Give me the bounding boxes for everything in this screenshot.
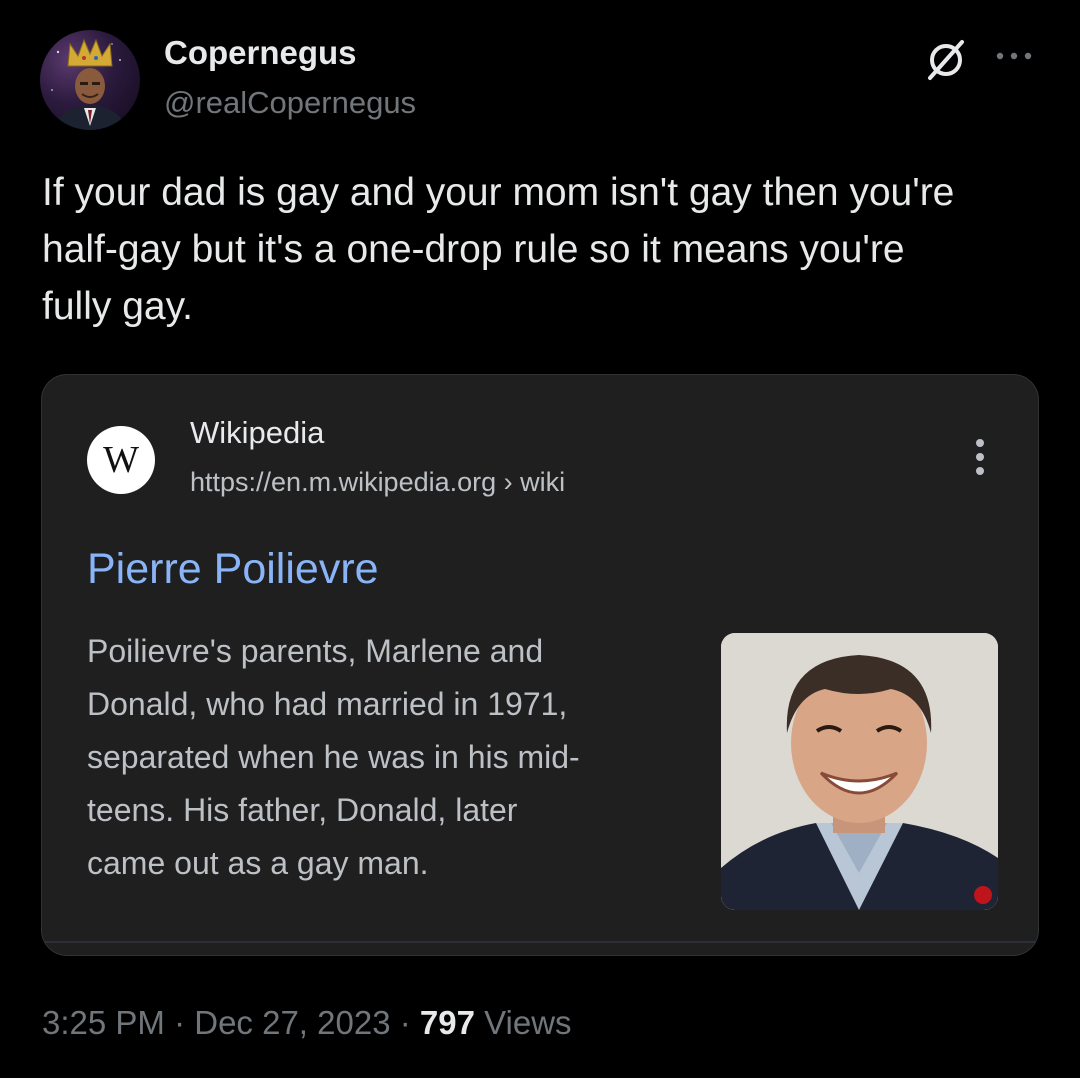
search-result-card[interactable]: W Wikipedia https://en.m.wikipedia.org ›…	[41, 374, 1039, 956]
grok-icon[interactable]	[922, 36, 970, 84]
result-title-link[interactable]: Pierre Poilievre	[87, 545, 379, 594]
result-snippet: Poilievre's parents, Marlene and Donald,…	[87, 633, 580, 881]
meta-separator: ·	[164, 1004, 195, 1041]
views-count[interactable]: 797	[420, 1004, 475, 1041]
source-url: https://en.m.wikipedia.org › wiki	[190, 467, 566, 497]
author-display-name[interactable]: Copernegus	[164, 34, 357, 72]
kebab-menu-icon[interactable]	[970, 437, 990, 477]
meta-separator: ·	[390, 1004, 420, 1041]
result-thumbnail-image	[721, 633, 998, 910]
wikipedia-logo-icon: W	[87, 426, 155, 494]
more-options-icon[interactable]	[992, 48, 1036, 64]
tweet-time[interactable]: 3:25 PM	[42, 1004, 165, 1041]
avatar-image	[51, 38, 126, 130]
views-label: Views	[474, 1004, 572, 1041]
author-handle[interactable]: @realCopernegus	[164, 85, 416, 121]
source-site-name: Wikipedia	[190, 415, 325, 450]
card-divider	[42, 941, 1038, 943]
tweet-text: If your dad is gay and your mom isn't ga…	[42, 171, 955, 328]
avatar[interactable]	[40, 30, 140, 130]
tweet-metadata: 3:25 PM · Dec 27, 2023 · 797 Views	[42, 1004, 572, 1042]
tweet-date[interactable]: Dec 27, 2023	[194, 1004, 390, 1041]
